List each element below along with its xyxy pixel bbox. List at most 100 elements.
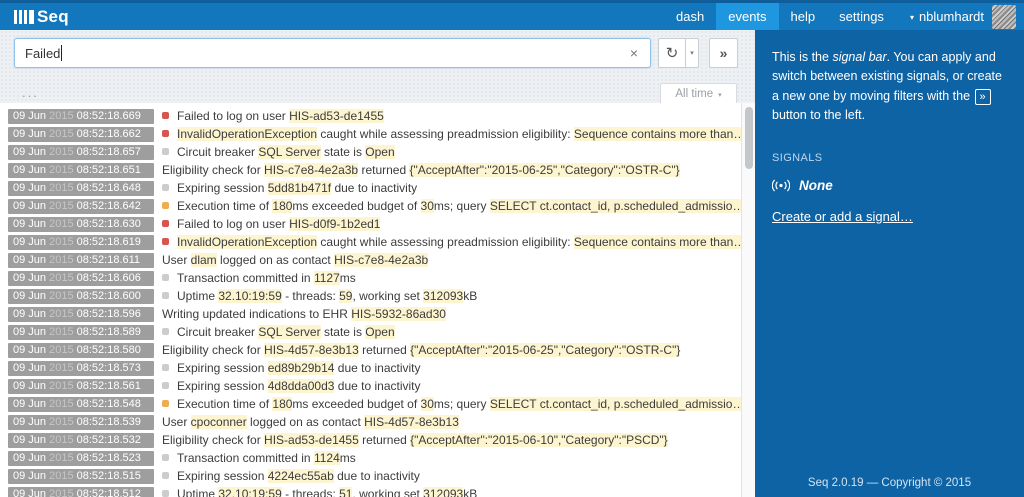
signal-bar-intro: This is the signal bar. You can apply an… — [772, 48, 1008, 126]
refresh-options-button[interactable]: ▾ — [686, 38, 699, 68]
seq-bars-icon — [14, 10, 34, 24]
topbar: Seq dash events help settings ▾ nblumhar… — [0, 0, 1024, 30]
event-row[interactable]: 09 Jun 2015 08:52:18.515Expiring session… — [0, 467, 741, 485]
event-timestamp: 09 Jun 2015 08:52:18.532 — [8, 433, 154, 448]
event-row[interactable]: 09 Jun 2015 08:52:18.642 Execution time o… — [0, 197, 741, 215]
event-row[interactable]: 09 Jun 2015 08:52:18.651 Eligibility chec… — [0, 161, 741, 179]
event-message: Writing updated indications to EHR HIS-5… — [162, 307, 446, 321]
event-row[interactable]: 09 Jun 2015 08:52:18.580Eligibility chec… — [0, 341, 741, 359]
event-message: Circuit breaker SQL Server state is Open — [177, 325, 395, 339]
user-menu[interactable]: ▾ nblumhardt — [896, 9, 992, 24]
level-info-icon — [162, 490, 169, 497]
event-message: Execution time of 180ms exceeded budget … — [177, 199, 741, 213]
search-area: Failed × ↻ ▾ » ... All time ▾ — [0, 30, 755, 103]
event-row[interactable]: 09 Jun 2015 08:52:18.648 Expiring session… — [0, 179, 741, 197]
topbar-nav: dash events help settings ▾ nblumhardt — [664, 3, 1024, 30]
event-row[interactable]: 09 Jun 2015 08:52:18.561Expiring session… — [0, 377, 741, 395]
event-message: Eligibility check for HIS-c7e8-4e2a3b re… — [162, 163, 680, 177]
event-row[interactable]: 09 Jun 2015 08:52:18.662 InvalidOperation… — [0, 125, 741, 143]
event-row[interactable]: 09 Jun 2015 08:52:18.596Writing updated … — [0, 305, 741, 323]
event-message: Execution time of 180ms exceeded budget … — [177, 397, 741, 411]
level-error-icon — [162, 238, 169, 245]
event-row[interactable]: 09 Jun 2015 08:52:18.589 Circuit breaker … — [0, 323, 741, 341]
nav-help[interactable]: help — [779, 3, 828, 30]
event-message: Expiring session 4d8dda00d3 due to inact… — [177, 379, 421, 393]
event-list-scrollbar[interactable] — [741, 103, 755, 497]
nav-settings[interactable]: settings — [827, 3, 896, 30]
event-row[interactable]: 09 Jun 2015 08:52:18.548Execution time o… — [0, 395, 741, 413]
event-list: 09 Jun 2015 08:52:18.669Failed to log on… — [0, 103, 741, 497]
level-info-icon — [162, 472, 169, 479]
event-row[interactable]: 09 Jun 2015 08:52:18.669Failed to log on… — [0, 107, 741, 125]
level-info-icon — [162, 292, 169, 299]
move-to-signal-button[interactable]: » — [709, 38, 738, 68]
event-row[interactable]: 09 Jun 2015 08:52:18.630Failed to log on… — [0, 215, 741, 233]
time-range-dropdown[interactable]: All time ▾ — [660, 83, 737, 103]
event-timestamp: 09 Jun 2015 08:52:18.512 — [8, 487, 154, 497]
clear-search-icon[interactable]: × — [626, 44, 642, 62]
event-timestamp: 09 Jun 2015 08:52:18.642 — [8, 199, 154, 214]
event-message: Failed to log on user HIS-ad53-de1455 — [177, 109, 384, 123]
event-message: Expiring session 4224ec55ab due to inact… — [177, 469, 420, 483]
version-footer: Seq 2.0.19 — Copyright © 2015 — [755, 477, 1024, 489]
event-message: Expiring session ed89b29b14 due to inact… — [177, 361, 421, 375]
broadcast-icon — [772, 179, 790, 192]
event-timestamp: 09 Jun 2015 08:52:18.606 — [8, 271, 154, 286]
event-row[interactable]: 09 Jun 2015 08:52:18.606 Transaction comm… — [0, 269, 741, 287]
event-message: Transaction committed in 1127ms — [177, 271, 356, 285]
seq-logo[interactable]: Seq — [14, 7, 69, 27]
level-error-icon — [162, 112, 169, 119]
refresh-button[interactable]: ↻ — [658, 38, 686, 68]
event-message: User cpoconner logged on as contact HIS-… — [162, 415, 459, 429]
event-timestamp: 09 Jun 2015 08:52:18.648 — [8, 181, 154, 196]
event-timestamp: 09 Jun 2015 08:52:18.657 — [8, 145, 154, 160]
create-signal-link[interactable]: Create or add a signal… — [772, 209, 913, 224]
level-info-icon — [162, 328, 169, 335]
scrollbar-thumb[interactable] — [745, 107, 753, 169]
event-row[interactable]: 09 Jun 2015 08:52:18.512 Uptime 32.10:19:… — [0, 485, 741, 497]
search-input[interactable]: Failed × — [14, 38, 651, 68]
event-row[interactable]: 09 Jun 2015 08:52:18.600Uptime 32.10:19:… — [0, 287, 741, 305]
level-warn-icon — [162, 400, 169, 407]
nav-events[interactable]: events — [716, 3, 778, 30]
level-info-icon — [162, 454, 169, 461]
text-cursor — [61, 45, 62, 61]
user-avatar[interactable] — [992, 5, 1016, 29]
event-row[interactable]: 09 Jun 2015 08:52:18.573 Expiring session… — [0, 359, 741, 377]
signals-heading: SIGNALS — [772, 152, 1008, 164]
event-timestamp: 09 Jun 2015 08:52:18.662 — [8, 127, 154, 142]
search-buttons: ↻ ▾ — [658, 38, 699, 68]
event-message: Uptime 32.10:19:59 - threads: 51, workin… — [177, 487, 477, 497]
event-row[interactable]: 09 Jun 2015 08:52:18.657Circuit breaker … — [0, 143, 741, 161]
signal-none-label: None — [799, 178, 833, 193]
event-row[interactable]: 09 Jun 2015 08:52:18.539 User cpoconner l… — [0, 413, 741, 431]
level-info-icon — [162, 274, 169, 281]
level-info-icon — [162, 184, 169, 191]
event-timestamp: 09 Jun 2015 08:52:18.600 — [8, 289, 154, 304]
level-info-icon — [162, 382, 169, 389]
query-expander[interactable]: ... — [22, 88, 39, 98]
seq-logo-text: Seq — [37, 7, 69, 27]
event-row[interactable]: 09 Jun 2015 08:52:18.523 Transaction comm… — [0, 449, 741, 467]
event-message: Expiring session 5dd81b471f due to inact… — [177, 181, 417, 195]
event-row[interactable]: 09 Jun 2015 08:52:18.611User dlam logged… — [0, 251, 741, 269]
event-timestamp: 09 Jun 2015 08:52:18.589 — [8, 325, 154, 340]
event-timestamp: 09 Jun 2015 08:52:18.539 — [8, 415, 154, 430]
time-range-label: All time — [675, 88, 713, 100]
event-timestamp: 09 Jun 2015 08:52:18.523 — [8, 451, 154, 466]
level-warn-icon — [162, 202, 169, 209]
username: nblumhardt — [919, 9, 984, 24]
level-info-icon — [162, 364, 169, 371]
event-timestamp: 09 Jun 2015 08:52:18.573 — [8, 361, 154, 376]
event-row[interactable]: 09 Jun 2015 08:52:18.619InvalidOperation… — [0, 233, 741, 251]
event-message: InvalidOperationException caught while a… — [177, 127, 741, 141]
event-timestamp: 09 Jun 2015 08:52:18.630 — [8, 217, 154, 232]
event-timestamp: 09 Jun 2015 08:52:18.651 — [8, 163, 154, 178]
event-message: Transaction committed in 1124ms — [177, 451, 356, 465]
event-row[interactable]: 09 Jun 2015 08:52:18.532Eligibility chec… — [0, 431, 741, 449]
level-info-icon — [162, 148, 169, 155]
event-timestamp: 09 Jun 2015 08:52:18.619 — [8, 235, 154, 250]
signal-bar: This is the signal bar. You can apply an… — [755, 30, 1024, 497]
chevron-down-icon: ▾ — [910, 13, 914, 22]
nav-dash[interactable]: dash — [664, 3, 716, 30]
